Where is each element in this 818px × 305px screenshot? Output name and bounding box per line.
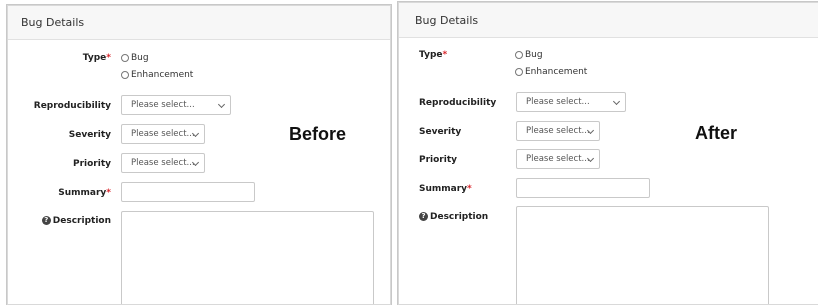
type-option-enhancement[interactable]: Enhancement <box>515 67 587 77</box>
radio-button-icon[interactable] <box>121 71 129 79</box>
panel-header: Bug Details <box>8 6 390 40</box>
severity-label: Severity <box>419 127 462 137</box>
panel-header: Bug Details <box>399 3 818 38</box>
description-label: ? Description <box>8 216 111 226</box>
before-caption: Before <box>289 124 347 144</box>
severity-select[interactable]: Please select... <box>121 124 205 144</box>
panel-title: Bug Details <box>21 16 85 29</box>
priority-label: Priority <box>419 155 457 165</box>
priority-select[interactable]: Please select... <box>516 149 600 169</box>
priority-select[interactable]: Please select... <box>121 153 205 173</box>
description-label: ? Description <box>419 212 488 222</box>
description-textarea[interactable] <box>516 206 769 304</box>
type-label: Type* <box>419 50 448 60</box>
reproducibility-select[interactable]: Please select... <box>121 95 231 115</box>
type-label: Type* <box>82 53 111 63</box>
summary-input[interactable] <box>516 178 650 198</box>
chevron-down-icon <box>612 97 621 106</box>
radio-button-icon[interactable] <box>515 51 523 59</box>
reproducibility-label: Reproducibility <box>419 98 497 108</box>
chevron-down-icon <box>217 100 226 109</box>
priority-label: Priority <box>73 159 111 169</box>
panel-title: Bug Details <box>415 14 479 27</box>
reproducibility-select[interactable]: Please select... <box>516 92 626 112</box>
description-textarea[interactable] <box>121 211 374 304</box>
radio-button-icon[interactable] <box>121 54 129 62</box>
summary-input[interactable] <box>121 182 255 202</box>
type-option-bug[interactable]: Bug <box>121 53 149 63</box>
after-caption: After <box>695 123 738 143</box>
severity-label: Severity <box>68 130 111 140</box>
type-option-bug[interactable]: Bug <box>515 50 543 60</box>
reproducibility-label: Reproducibility <box>33 101 111 111</box>
question-circle-icon[interactable]: ? <box>419 212 428 221</box>
bug-details-panel-after: Bug Details Type* Bug Enhancement Reprod… <box>398 2 818 305</box>
bug-details-panel-before: Bug Details Type* Bug Enhancement Reprod… <box>7 5 391 305</box>
summary-label: Summary* <box>58 188 111 198</box>
type-option-enhancement[interactable]: Enhancement <box>121 70 193 80</box>
radio-button-icon[interactable] <box>515 68 523 76</box>
summary-label: Summary* <box>419 184 472 194</box>
question-circle-icon[interactable]: ? <box>41 216 51 225</box>
severity-select[interactable]: Please select... <box>516 121 600 141</box>
